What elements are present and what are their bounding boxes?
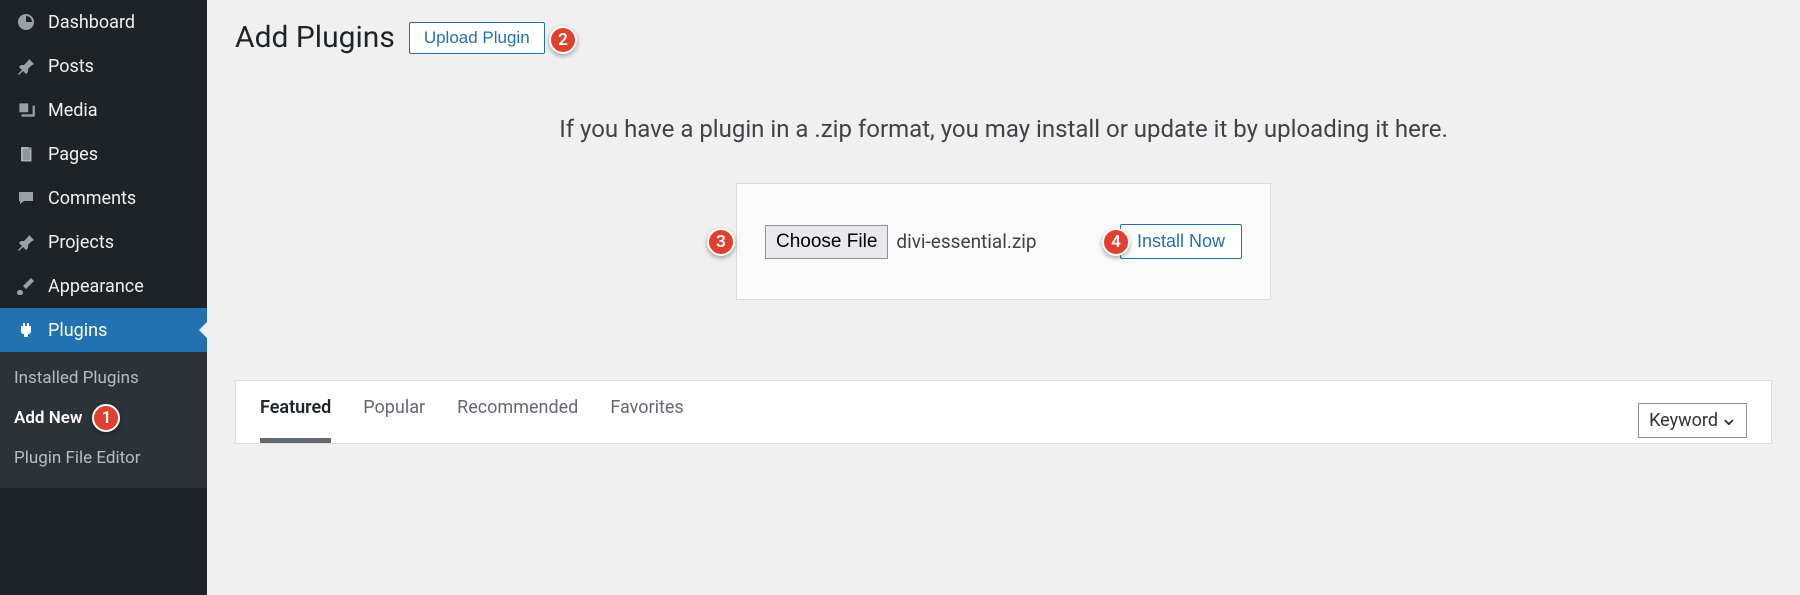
tab-popular[interactable]: Popular: [363, 397, 425, 443]
menu-label: Plugins: [48, 320, 107, 341]
choose-file-button[interactable]: Choose File: [765, 225, 888, 259]
pin-icon: [14, 56, 38, 76]
menu-appearance[interactable]: Appearance: [0, 264, 207, 308]
submenu-plugin-file-editor[interactable]: Plugin File Editor: [0, 440, 207, 476]
tab-recommended[interactable]: Recommended: [457, 397, 578, 443]
tab-featured[interactable]: Featured: [260, 397, 331, 443]
main-content: Add Plugins Upload Plugin 2 If you have …: [207, 0, 1800, 595]
callout-badge-4: 4: [1102, 228, 1130, 256]
comments-icon: [14, 188, 38, 208]
pages-icon: [14, 144, 38, 164]
menu-posts[interactable]: Posts: [0, 44, 207, 88]
plugin-tabs: Featured Popular Recommended Favorites: [260, 397, 684, 443]
menu-label: Posts: [48, 56, 94, 77]
upload-description: If you have a plugin in a .zip format, y…: [235, 115, 1772, 143]
menu-label: Media: [48, 100, 98, 121]
page-header: Add Plugins Upload Plugin 2: [235, 20, 1772, 55]
submenu-add-new[interactable]: Add New 1: [0, 396, 207, 440]
upload-plugin-button[interactable]: Upload Plugin: [409, 22, 545, 54]
callout-badge-3: 3: [707, 228, 735, 256]
plugins-submenu: Installed Plugins Add New 1 Plugin File …: [0, 352, 207, 488]
menu-label: Comments: [48, 188, 136, 209]
menu-comments[interactable]: Comments: [0, 176, 207, 220]
callout-badge-2: 2: [549, 26, 577, 54]
callout-badge-1: 1: [92, 404, 120, 432]
menu-label: Appearance: [48, 276, 144, 297]
filter-bar: Featured Popular Recommended Favorites K…: [235, 380, 1772, 444]
dashboard-icon: [14, 12, 38, 32]
menu-pages[interactable]: Pages: [0, 132, 207, 176]
install-now-button[interactable]: Install Now: [1120, 224, 1242, 259]
menu-label: Dashboard: [48, 12, 135, 33]
menu-label: Projects: [48, 232, 114, 253]
plugin-icon: [14, 320, 38, 340]
menu-label: Pages: [48, 144, 98, 165]
brush-icon: [14, 276, 38, 296]
admin-sidebar: Dashboard Posts Media Pages Comments Pro…: [0, 0, 207, 595]
submenu-label: Add New: [14, 408, 82, 428]
menu-projects[interactable]: Projects: [0, 220, 207, 264]
menu-dashboard[interactable]: Dashboard: [0, 0, 207, 44]
tab-favorites[interactable]: Favorites: [610, 397, 683, 443]
selected-filename: divi-essential.zip: [896, 230, 1036, 253]
search-type-select[interactable]: Keyword: [1638, 403, 1747, 438]
menu-media[interactable]: Media: [0, 88, 207, 132]
file-input-group: Choose File divi-essential.zip: [765, 225, 1037, 259]
page-title: Add Plugins: [235, 20, 395, 55]
menu-plugins[interactable]: Plugins: [0, 308, 207, 352]
submenu-label: Installed Plugins: [14, 368, 139, 388]
pin-icon: [14, 232, 38, 252]
search-type-label: Keyword: [1649, 410, 1718, 431]
media-icon: [14, 99, 38, 121]
submenu-label: Plugin File Editor: [14, 448, 141, 468]
upload-form: 3 Choose File divi-essential.zip 4 Insta…: [736, 183, 1271, 300]
submenu-installed-plugins[interactable]: Installed Plugins: [0, 360, 207, 396]
